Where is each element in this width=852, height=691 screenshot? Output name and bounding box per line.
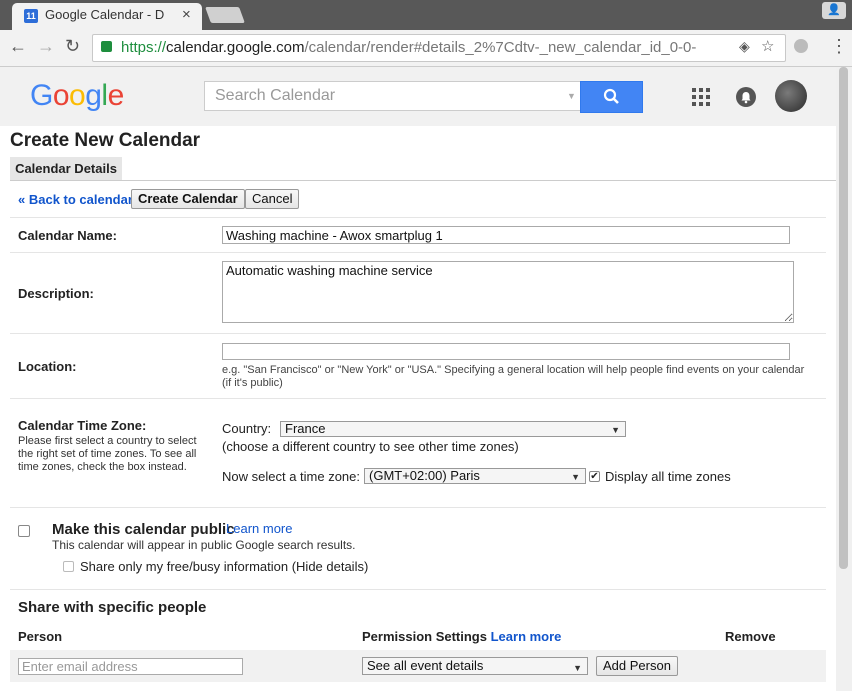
chevron-down-icon: ▼ [611, 425, 620, 435]
remove-column-header: Remove [725, 629, 776, 644]
add-person-button[interactable]: Add Person [596, 656, 678, 676]
search-options-icon[interactable]: ▼ [567, 91, 576, 101]
cancel-button[interactable]: Cancel [245, 189, 300, 209]
tab-title: Google Calendar - D [45, 7, 165, 22]
divider [10, 333, 826, 334]
free-busy-label[interactable]: Share only my free/busy information (Hid… [80, 559, 368, 574]
location-input[interactable] [222, 343, 790, 360]
avatar[interactable] [775, 80, 807, 112]
scrollbar[interactable] [836, 67, 852, 691]
back-to-calendar-link[interactable]: « Back to calendar [18, 192, 133, 207]
forward-icon[interactable]: → [37, 36, 55, 57]
chevron-down-icon: ▼ [573, 663, 582, 673]
tab-divider [10, 180, 836, 181]
url-text[interactable]: https://calendar.google.com/calendar/ren… [121, 39, 737, 56]
browser-toolbar: ← → ↻ https://calendar.google.com/calend… [0, 30, 852, 67]
logo-letter: o [52, 79, 70, 112]
country-hint: (choose a different country to see other… [222, 439, 519, 454]
time-zone-value: (GMT+02:00) Paris [369, 468, 480, 483]
permission-column-header: Permission Settings Learn more [362, 629, 561, 644]
search-box[interactable]: ▼ [204, 81, 582, 111]
logo-letter: e [107, 79, 125, 112]
scroll-thumb[interactable] [839, 67, 848, 569]
divider [10, 252, 826, 253]
logo-letter: o [69, 79, 86, 112]
reload-icon[interactable]: ↻ [65, 36, 80, 57]
calendar-favicon-icon: 11 [24, 9, 38, 23]
make-public-checkbox[interactable] [18, 525, 30, 537]
time-zone-select-label: Now select a time zone: [222, 469, 361, 484]
search-input[interactable] [213, 86, 557, 106]
divider [10, 589, 826, 590]
time-zone-select[interactable]: (GMT+02:00) Paris ▼ [364, 468, 586, 484]
notifications-bell-icon[interactable] [736, 87, 756, 107]
divider [10, 217, 826, 218]
permission-learn-more-link[interactable]: Learn more [491, 629, 562, 644]
page-title: Create New Calendar [10, 130, 201, 151]
share-section-title: Share with specific people [18, 599, 207, 616]
location-hint: e.g. "San Francisco" or "New York" or "U… [222, 364, 805, 389]
permission-column-label: Permission Settings [362, 629, 487, 644]
chevron-down-icon: ▼ [571, 472, 580, 482]
divider [10, 398, 826, 399]
search-icon [603, 88, 619, 104]
calendar-name-input[interactable] [222, 226, 790, 244]
person-column-header: Person [18, 629, 63, 644]
lock-icon [101, 41, 112, 52]
divider [10, 507, 826, 508]
url-host: calendar.google.com [166, 39, 305, 56]
apps-grid-icon[interactable] [692, 88, 710, 106]
country-value: France [285, 421, 326, 436]
display-all-time-zones-checkbox[interactable]: ✔ [589, 471, 600, 482]
search-button[interactable] [580, 81, 643, 113]
bell-glyph-icon [741, 92, 751, 104]
free-busy-checkbox[interactable] [63, 561, 74, 572]
close-tab-icon[interactable]: × [182, 6, 191, 23]
eye-icon[interactable]: ◈ [739, 38, 750, 55]
permission-select[interactable]: See all event details ▼ [362, 657, 588, 675]
tab-calendar-details[interactable]: Calendar Details [10, 157, 122, 180]
permission-value: See all event details [367, 658, 484, 673]
time-zone-help: Please first select a country to select … [18, 435, 197, 473]
url-scheme: https:// [121, 39, 167, 56]
extension-icon[interactable] [794, 39, 808, 53]
country-label: Country: [222, 421, 272, 436]
address-bar[interactable]: https://calendar.google.com/calendar/ren… [92, 34, 786, 62]
display-all-time-zones-label[interactable]: Display all time zones [605, 469, 731, 484]
country-select[interactable]: France ▼ [280, 421, 626, 437]
email-input[interactable] [18, 658, 243, 675]
location-label: Location: [18, 359, 77, 374]
logo-letter: G [30, 79, 53, 112]
profile-icon[interactable]: 👤 [822, 2, 846, 19]
menu-icon[interactable]: ⋮ [830, 36, 848, 57]
browser-tab-bar: 11 Google Calendar - D × 👤 [0, 0, 852, 30]
star-icon[interactable]: ☆ [761, 37, 774, 55]
new-tab-button[interactable] [205, 7, 245, 23]
google-header: Google ▼ [0, 67, 836, 126]
google-logo[interactable]: Google [30, 79, 124, 113]
time-zone-label: Calendar Time Zone: [18, 418, 147, 433]
logo-letter: g [85, 79, 102, 112]
make-public-label[interactable]: Make this calendar public [52, 521, 235, 538]
public-learn-more-link[interactable]: Learn more [226, 521, 292, 536]
public-hint: This calendar will appear in public Goog… [52, 538, 356, 552]
create-calendar-button[interactable]: Create Calendar [131, 189, 245, 209]
description-textarea[interactable]: Automatic washing machine service [222, 261, 794, 323]
browser-tab[interactable]: 11 Google Calendar - D × [12, 3, 202, 30]
back-icon[interactable]: ← [9, 36, 27, 57]
description-label: Description: [18, 286, 94, 301]
url-path: /calendar/render#details_2%7Cdtv-_new_ca… [304, 39, 697, 56]
calendar-name-label: Calendar Name: [18, 228, 117, 243]
